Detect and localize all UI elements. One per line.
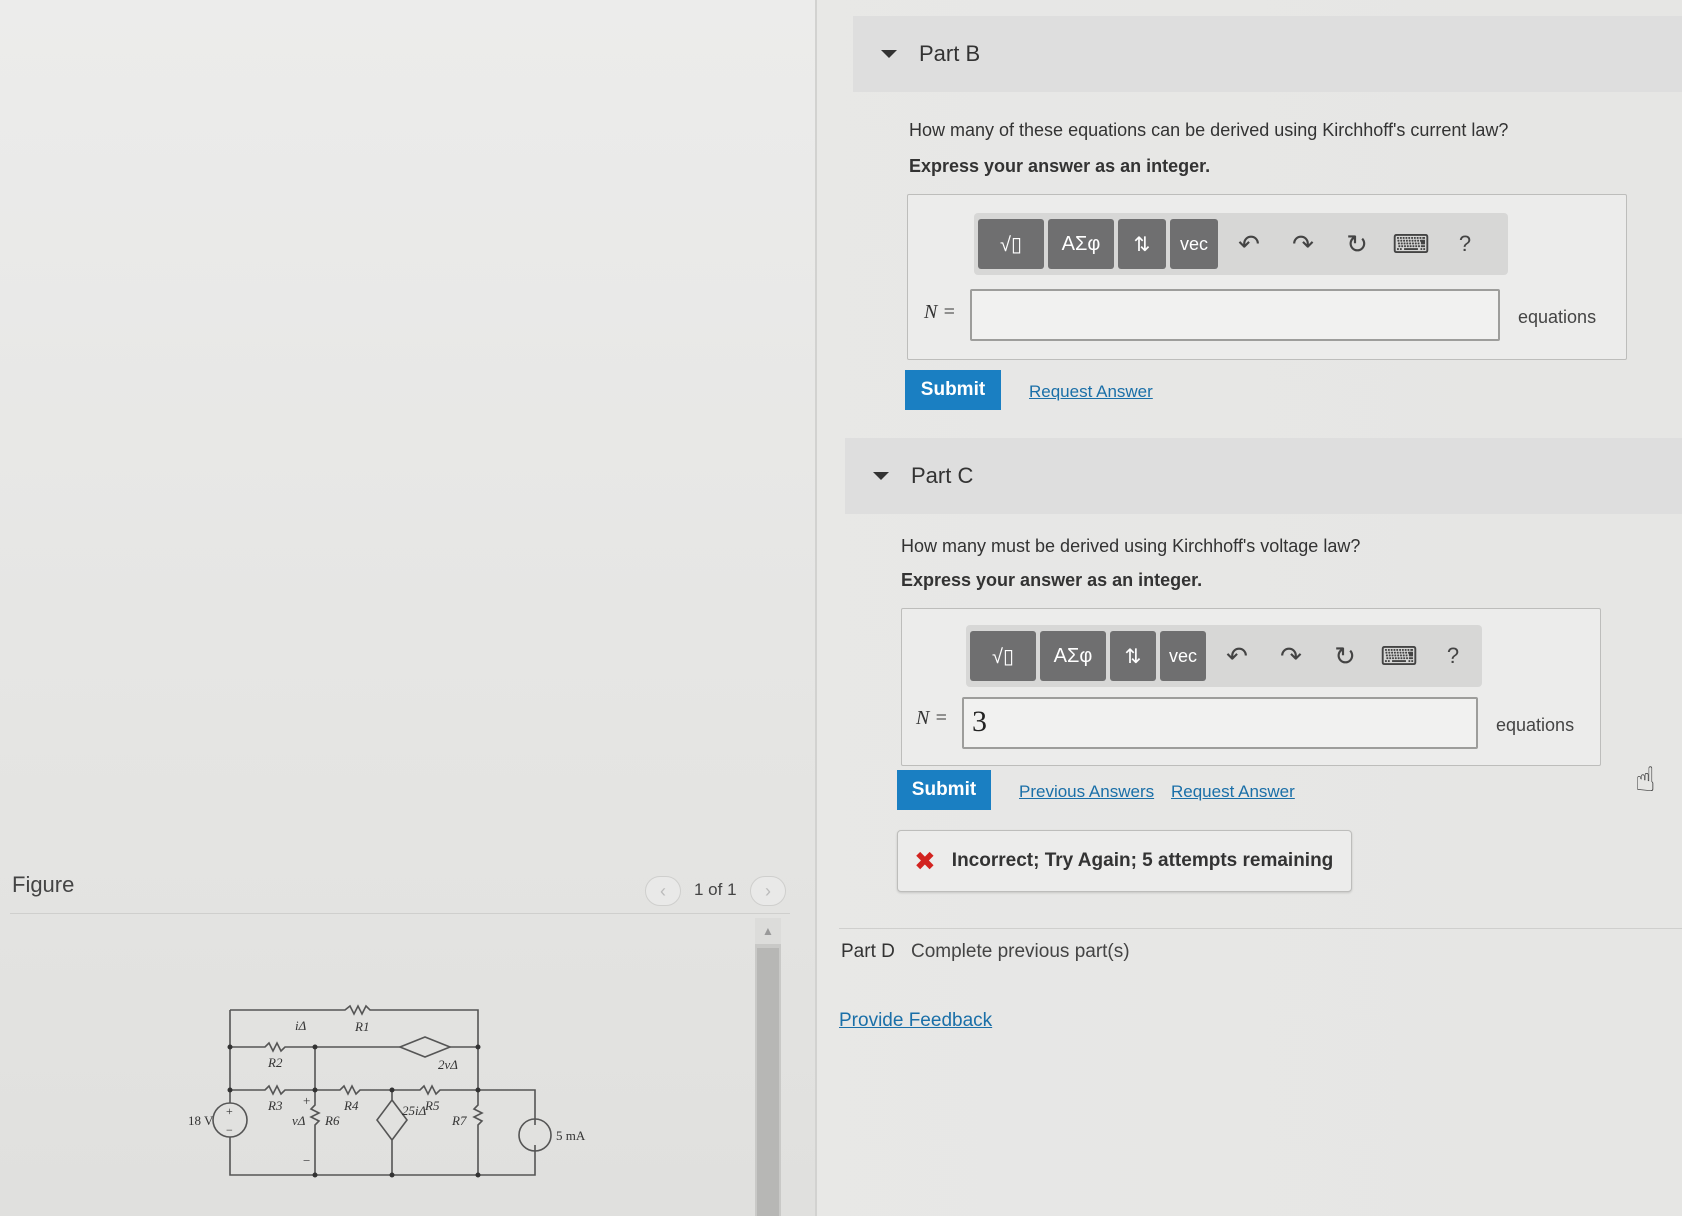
part-d-divider: [839, 928, 1682, 929]
arrows-icon: ⇅: [1124, 645, 1142, 668]
part-b-answer-box: √▯ ΑΣφ ⇅ vec ↶ ↷ ↻ ⌨ ? N = equations: [907, 194, 1627, 360]
greek-icon: ΑΣφ: [1061, 232, 1101, 255]
templates-button[interactable]: √▯: [978, 219, 1044, 269]
pager-text: 1 of 1: [694, 880, 737, 899]
arrows-icon: ⇅: [1133, 233, 1151, 256]
caret-down-icon: [873, 472, 889, 480]
figure-label: Figure: [12, 872, 75, 897]
part-d-title: Part D: [841, 941, 895, 962]
vec-button[interactable]: vec: [1160, 631, 1206, 681]
provide-feedback-link[interactable]: Provide Feedback: [839, 1010, 992, 1032]
question-panel: Part B How many of these equations can b…: [817, 0, 1682, 1216]
error-x-icon: ✖: [914, 845, 936, 876]
current-source-label: 5 mA: [556, 1128, 586, 1143]
part-b-submit-button[interactable]: Submit: [905, 370, 1001, 410]
part-b-instruction: Express your answer as an integer.: [909, 156, 1211, 176]
source-voltage-label: 18 V: [188, 1113, 214, 1128]
part-b-title: Part B: [919, 41, 981, 66]
pager-prev-button[interactable]: ‹: [645, 876, 681, 906]
svg-text:vΔ: vΔ: [292, 1113, 306, 1128]
reset-button[interactable]: ↻: [1318, 631, 1372, 681]
part-c-title: Part C: [911, 463, 974, 488]
undo-button[interactable]: ↶: [1222, 219, 1276, 269]
part-b-answer-input[interactable]: [970, 289, 1500, 341]
part-c-math-toolbar: √▯ ΑΣφ ⇅ vec ↶ ↷ ↻ ⌨ ?: [966, 625, 1482, 687]
templates-button[interactable]: √▯: [970, 631, 1036, 681]
chevron-right-icon: ›: [765, 880, 771, 901]
svg-text:R2: R2: [267, 1055, 283, 1070]
hand-cursor-icon: ☝: [1635, 761, 1656, 799]
greek-icon: ΑΣφ: [1053, 644, 1093, 667]
feedback-message: Incorrect; Try Again; 5 attempts remaini…: [951, 850, 1334, 871]
part-c-answer-box: √▯ ΑΣφ ⇅ vec ↶ ↷ ↻ ⌨ ? N = 3 equations: [901, 608, 1601, 766]
triangle-up-icon: ▲: [762, 924, 774, 938]
svg-text:+: +: [303, 1093, 310, 1108]
part-b-var-label: N =: [924, 301, 956, 323]
svg-text:R7: R7: [451, 1113, 467, 1128]
caret-down-icon: [881, 50, 897, 58]
svg-text:R1: R1: [354, 1019, 369, 1034]
part-c-feedback: ✖ Incorrect; Try Again; 5 attempts remai…: [897, 830, 1352, 892]
figure-divider: [10, 913, 790, 914]
arrows-button[interactable]: ⇅: [1118, 219, 1166, 269]
scroll-up-button[interactable]: ▲: [755, 918, 781, 944]
svg-text:R6: R6: [324, 1113, 340, 1128]
part-b-math-toolbar: √▯ ΑΣφ ⇅ vec ↶ ↷ ↻ ⌨ ?: [974, 213, 1508, 275]
part-c-question: How many must be derived using Kirchhoff…: [901, 536, 1361, 556]
part-c-request-answer-link[interactable]: Request Answer: [1171, 782, 1295, 802]
part-c-var-label: N =: [916, 707, 948, 729]
svg-text:−: −: [226, 1123, 233, 1137]
svg-text:R4: R4: [343, 1098, 359, 1113]
greek-button[interactable]: ΑΣφ: [1040, 631, 1106, 681]
part-b-question: How many of these equations can be deriv…: [909, 120, 1509, 140]
part-c-units: equations: [1496, 715, 1575, 735]
figure-panel: Figure ‹ 1 of 1 › 18 V + − R1 R2 R3 R4 R…: [0, 0, 815, 1216]
help-icon: ?: [1458, 231, 1472, 256]
greek-button[interactable]: ΑΣφ: [1048, 219, 1114, 269]
svg-text:+: +: [226, 1104, 233, 1118]
part-b-request-answer-link[interactable]: Request Answer: [1029, 382, 1153, 402]
pager-next-button[interactable]: ›: [750, 876, 786, 906]
svg-text:−: −: [303, 1153, 310, 1168]
part-b-header[interactable]: Part B: [853, 16, 1682, 92]
keyboard-button[interactable]: ⌨: [1372, 631, 1426, 681]
part-d-status: Complete previous part(s): [911, 941, 1130, 962]
arrows-button[interactable]: ⇅: [1110, 631, 1156, 681]
part-c-answer-input[interactable]: 3: [962, 697, 1478, 749]
undo-button[interactable]: ↶: [1210, 631, 1264, 681]
keyboard-button[interactable]: ⌨: [1384, 219, 1438, 269]
circuit-diagram: 18 V + − R1 R2 R3 R4 R5 R6 R7 iΔ vΔ + − …: [188, 1004, 586, 1178]
redo-button[interactable]: ↷: [1276, 219, 1330, 269]
help-button[interactable]: ?: [1438, 219, 1492, 269]
reset-icon: ↻: [1334, 640, 1356, 671]
part-c-submit-button[interactable]: Submit: [897, 770, 991, 810]
reset-icon: ↻: [1346, 228, 1368, 259]
chevron-left-icon: ‹: [660, 880, 666, 901]
part-b-units: equations: [1518, 307, 1597, 327]
redo-icon: ↷: [1280, 640, 1302, 671]
svg-text:2vΔ: 2vΔ: [438, 1057, 458, 1072]
svg-text:25iΔ: 25iΔ: [402, 1103, 427, 1118]
undo-icon: ↶: [1238, 228, 1260, 259]
svg-text:R5: R5: [424, 1098, 440, 1113]
reset-button[interactable]: ↻: [1330, 219, 1384, 269]
help-icon: ?: [1446, 643, 1460, 668]
undo-icon: ↶: [1226, 640, 1248, 671]
part-c-previous-answers-link[interactable]: Previous Answers: [1019, 782, 1154, 802]
redo-icon: ↷: [1292, 228, 1314, 259]
help-button[interactable]: ?: [1426, 631, 1480, 681]
templates-icon: √▯: [992, 645, 1014, 668]
redo-button[interactable]: ↷: [1264, 631, 1318, 681]
part-c-instruction: Express your answer as an integer.: [901, 570, 1203, 590]
svg-text:iΔ: iΔ: [295, 1018, 307, 1033]
svg-text:R3: R3: [267, 1098, 283, 1113]
templates-icon: √▯: [1000, 233, 1022, 256]
vec-button[interactable]: vec: [1170, 219, 1218, 269]
keyboard-icon: ⌨: [1392, 228, 1430, 259]
keyboard-icon: ⌨: [1380, 640, 1418, 671]
part-c-header[interactable]: Part C: [845, 438, 1682, 514]
scroll-thumb[interactable]: [757, 948, 779, 1216]
